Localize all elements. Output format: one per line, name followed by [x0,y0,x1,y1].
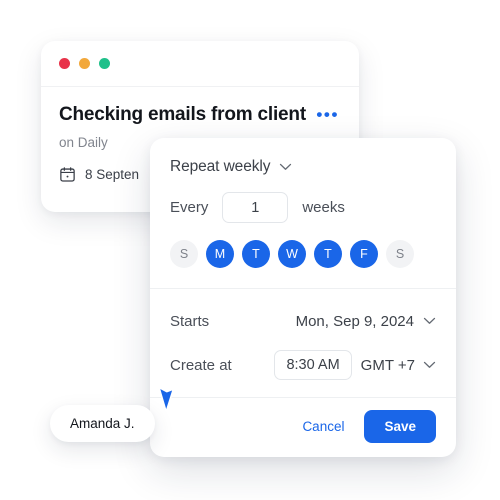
interval-row: Every 1 weeks [170,176,436,223]
starts-date-value: Mon, Sep 9, 2024 [295,312,414,330]
minimize-icon[interactable] [79,58,90,69]
timezone-dropdown[interactable]: GMT +7 [361,357,436,374]
maximize-icon[interactable] [99,58,110,69]
screenshot-stage: Checking emails from client ••• on Daily… [0,0,500,500]
time-input[interactable]: 8:30 AM [274,350,352,380]
cancel-button[interactable]: Cancel [298,413,348,440]
repeat-settings-dialog: Repeat weekly Every 1 weeks S M T W T F [150,138,456,457]
save-button[interactable]: Save [364,410,436,443]
task-date-text: 8 Septen [85,167,140,182]
weekday-toggle-saturday[interactable]: S [386,240,414,268]
interval-input[interactable]: 1 [222,192,289,223]
window-control-dots [59,58,110,69]
weekday-toggle-tuesday[interactable]: T [242,240,270,268]
task-title-row: Checking emails from client ••• [59,103,341,127]
window-titlebar [41,41,359,87]
create-at-label: Create at [170,356,232,374]
interval-unit-label: weeks [302,199,345,216]
weekday-toggle-thursday[interactable]: T [314,240,342,268]
weekday-toggle-monday[interactable]: M [206,240,234,268]
weekday-selector: S M T W T F S [170,223,436,288]
chevron-down-icon [423,317,436,325]
weekday-toggle-wednesday[interactable]: W [278,240,306,268]
more-options-icon[interactable]: ••• [316,103,341,123]
chevron-down-icon [423,361,436,369]
presence-user-label: Amanda J. [50,405,155,442]
chevron-down-icon [279,163,292,171]
repeat-frequency-section: Repeat weekly Every 1 weeks S M T W T F [150,138,456,288]
create-at-row: Create at 8:30 AM GMT +7 [170,343,436,397]
starts-label: Starts [170,312,210,330]
task-title: Checking emails from client [59,104,306,125]
starts-row: Starts Mon, Sep 9, 2024 [170,289,436,343]
starts-date-dropdown[interactable]: Mon, Sep 9, 2024 [296,313,436,330]
timezone-value: GMT +7 [360,356,415,374]
close-icon[interactable] [59,58,70,69]
repeat-frequency-label: Repeat weekly [170,158,271,175]
dialog-footer: Cancel Save [150,398,456,457]
repeat-frequency-dropdown[interactable]: Repeat weekly [170,138,436,176]
weekday-toggle-friday[interactable]: F [350,240,378,268]
schedule-section: Starts Mon, Sep 9, 2024 Create at 8:30 A… [150,289,456,397]
weekday-toggle-sunday[interactable]: S [170,240,198,268]
calendar-icon [59,166,76,183]
create-at-controls: 8:30 AM GMT +7 [274,350,436,380]
every-label: Every [170,199,209,216]
